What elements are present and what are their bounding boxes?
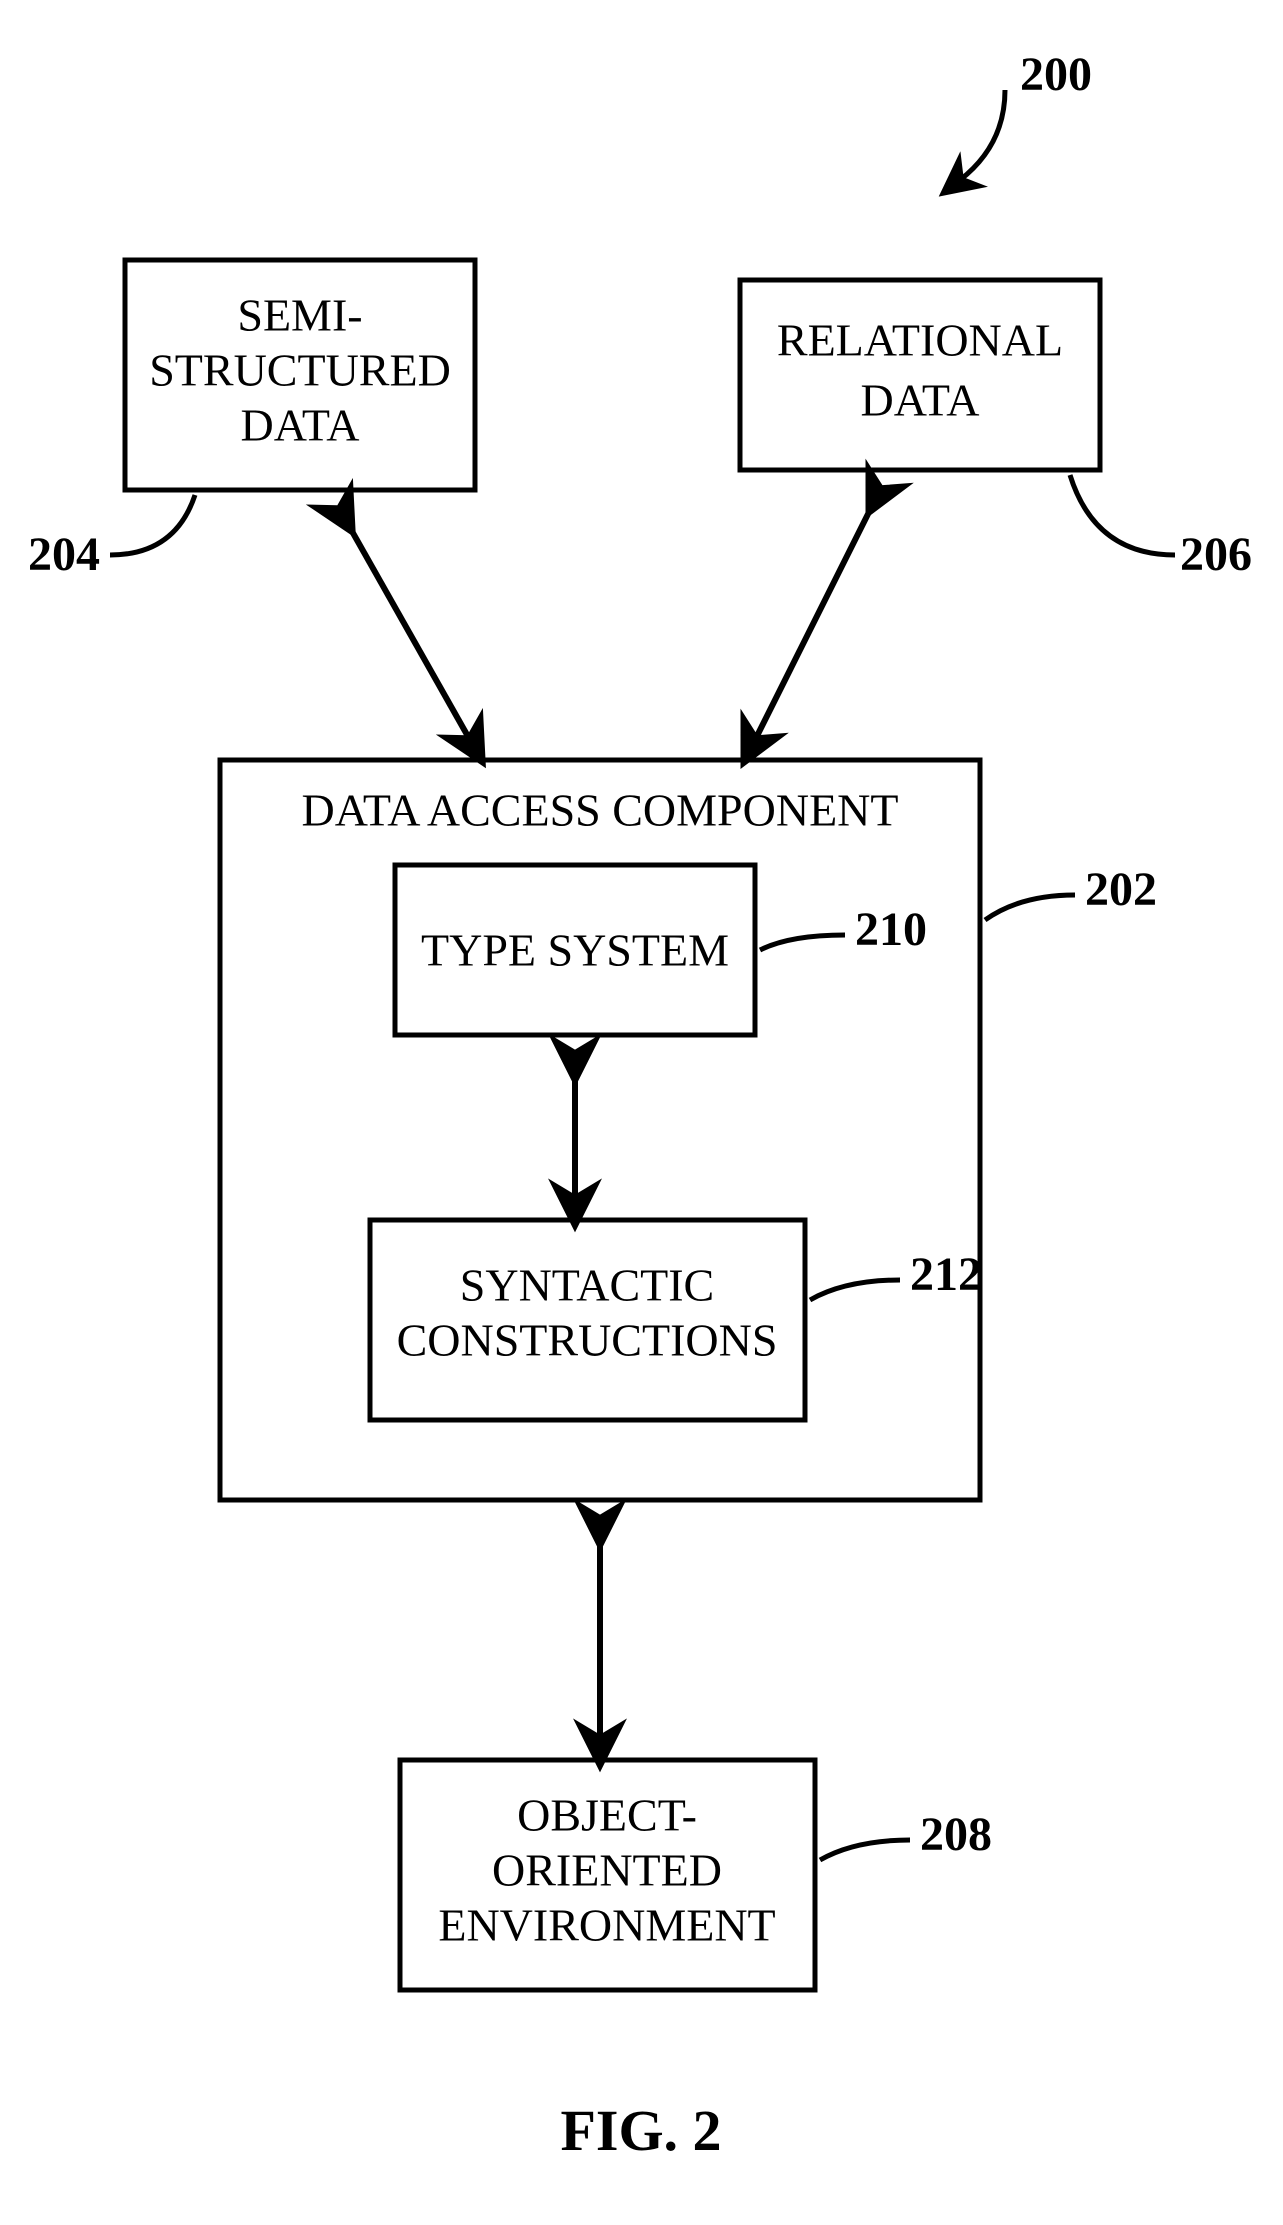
ref-200: 200 <box>1020 48 1092 101</box>
syn-line1: SYNTACTIC <box>460 1260 714 1311</box>
rel-line2: DATA <box>861 375 980 426</box>
env-line1: OBJECT- <box>517 1790 697 1841</box>
ref-leader-206 <box>1070 475 1175 555</box>
semi-line2: STRUCTURED <box>149 345 451 396</box>
env-line2: ORIENTED <box>492 1845 722 1896</box>
ref-212: 212 <box>910 1248 982 1301</box>
box-data-access <box>220 760 980 1500</box>
type-line1: TYPE SYSTEM <box>421 925 729 976</box>
semi-line3: DATA <box>241 400 360 451</box>
arrow-semi-access <box>340 510 470 740</box>
ref-202: 202 <box>1085 863 1157 916</box>
ref-210: 210 <box>855 903 927 956</box>
semi-line1: SEMI- <box>237 290 362 341</box>
syn-line2: CONSTRUCTIONS <box>397 1315 778 1366</box>
ref-leader-202 <box>985 895 1075 920</box>
figure-caption: FIG. 2 <box>560 2098 721 2163</box>
ref-leader-212 <box>810 1280 900 1300</box>
ref-204: 204 <box>28 528 100 581</box>
ref-leader-210 <box>760 935 845 950</box>
ref-leader-204 <box>110 495 195 555</box>
ref-208: 208 <box>920 1808 992 1861</box>
ref-leader-208 <box>820 1840 910 1860</box>
rel-line1: RELATIONAL <box>777 315 1063 366</box>
arrow-rel-access <box>755 490 880 740</box>
ref-leader-200 <box>960 90 1005 180</box>
access-title: DATA ACCESS COMPONENT <box>302 785 899 836</box>
env-line3: ENVIRONMENT <box>438 1900 775 1951</box>
ref-206: 206 <box>1180 528 1252 581</box>
figure-diagram: 200 SEMI- STRUCTURED DATA 204 RELATIONAL… <box>0 0 1283 2225</box>
